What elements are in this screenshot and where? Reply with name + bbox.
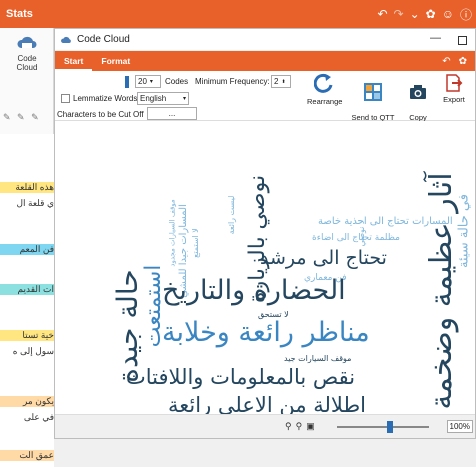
- settings-icon[interactable]: ✿: [426, 7, 436, 21]
- status-bar: ⚲ ⚲ ▣ 100%: [55, 414, 475, 438]
- doc-line: فن المعم: [0, 244, 54, 255]
- ribbon: 20 ▾ Codes Minimum Frequency: 2 ⬍ Lemmat…: [55, 71, 475, 131]
- min-frequency-value: 2: [274, 77, 279, 86]
- doc-line: في على: [23, 412, 54, 422]
- count-value: 20: [138, 77, 147, 86]
- lemmatize-checkbox[interactable]: [61, 94, 70, 103]
- stepper-icon: ⬍: [281, 78, 286, 85]
- cloud-word: في حالة سيئة: [456, 194, 472, 268]
- doc-line: سول إلى ه: [12, 346, 54, 356]
- minimize-button[interactable]: —: [430, 32, 441, 44]
- cloud-word: آثار عظيمة وضخمة: [424, 172, 459, 410]
- cloud-word: موقف السيارات جيد: [284, 354, 352, 363]
- codes-label: Codes: [165, 77, 189, 86]
- tab-format[interactable]: Format: [92, 51, 139, 71]
- zoom-icons: ⚲ ⚲ ▣: [285, 421, 315, 432]
- doc-line: ي قلعة ال: [16, 198, 54, 208]
- cloud-word: تحتاج الى مرشد: [260, 247, 387, 269]
- cloud-icon: [17, 36, 37, 48]
- camera-icon: [410, 85, 426, 99]
- cloud-word: موقف السيارات مجدود: [168, 199, 177, 267]
- word-cloud-canvas: آثار عظيمة وضخمة حالة جيدة نوصي بالزيارة…: [56, 121, 474, 415]
- background-titlebar: Stats ↶ ↷ ⌄ ✿ ☺ ⓘ: [0, 0, 476, 28]
- ribbon-tabs: Start Format ↶ ✿: [55, 51, 475, 71]
- cutoff-label: Characters to be Cut Off: [57, 110, 144, 119]
- count-select[interactable]: 20 ▾: [135, 75, 161, 88]
- doc-line: يكون مر: [0, 396, 54, 407]
- doc-line: ات القديم: [0, 284, 54, 295]
- export-label: Export: [443, 95, 465, 104]
- rearrange-icon: [314, 73, 333, 93]
- cloud-word: ليست رائعة: [227, 195, 236, 235]
- undo-icon[interactable]: ↶: [377, 7, 387, 21]
- code-cloud-window: Code Cloud — Start Format ↶ ✿ 20 ▾ Codes…: [54, 28, 476, 439]
- undo-icon[interactable]: ↶: [442, 56, 450, 67]
- smiley-icon[interactable]: ☺: [442, 7, 454, 21]
- doc-line: عمق الت: [0, 450, 54, 461]
- min-frequency-input[interactable]: 2 ⬍: [271, 75, 291, 88]
- lemmatize-label: Lemmatize Words: [73, 94, 138, 103]
- cloud-word: المسارات تحتاج الى احذية خاصة: [318, 216, 453, 227]
- background-sidebar: Code Cloud ✎ ✎ ✎ هذه القلعة ي قلعة ال فن…: [0, 28, 54, 467]
- zoom-out-icon[interactable]: ⚲: [285, 421, 292, 432]
- code-cloud-label: Code Cloud: [16, 54, 38, 72]
- export-button[interactable]: Export: [439, 73, 469, 104]
- zoom-value[interactable]: 100%: [446, 420, 473, 433]
- cloud-word: مناظر رائعة وخلابة: [162, 317, 370, 348]
- cloud-word: اطلالة من الاعلى رائعة: [168, 393, 367, 416]
- zoom-slider-thumb[interactable]: [387, 421, 393, 433]
- rearrange-button[interactable]: Rearrange: [307, 73, 343, 106]
- worksheet-icon: [364, 83, 382, 101]
- cloud-word: الحضارة والتاريخ: [162, 275, 346, 306]
- cloud-icon: [61, 36, 71, 43]
- background-toolbar-icons: ↶ ↷ ⌄ ✿ ☺ ⓘ: [377, 0, 476, 28]
- language-value: English: [140, 94, 167, 103]
- count-slider[interactable]: [125, 76, 129, 88]
- rearrange-label: Rearrange: [307, 97, 343, 106]
- window-titlebar: Code Cloud —: [55, 29, 475, 51]
- background-title: Stats: [6, 8, 33, 20]
- background-document: هذه القلعة ي قلعة ال فن المعم ات القديم …: [0, 134, 54, 467]
- doc-line: هذه القلعة: [0, 182, 54, 193]
- chevron-down-icon: ▾: [182, 96, 186, 102]
- help-icon[interactable]: ⓘ: [460, 6, 472, 23]
- cloud-word: لا استمتع: [191, 228, 200, 258]
- doc-line: خية تستا: [0, 330, 54, 341]
- maximize-button[interactable]: [458, 36, 467, 45]
- min-frequency-label: Minimum Frequency:: [195, 77, 270, 86]
- fit-page-icon[interactable]: ▣: [306, 421, 315, 432]
- ribbon-right-icons: ↶ ✿: [442, 51, 467, 71]
- cloud-word: مظلمة تحتاج الى اضاءة: [312, 233, 400, 243]
- chevron-down-icon: ▾: [149, 79, 153, 85]
- cutoff-button[interactable]: ...: [147, 107, 197, 120]
- export-icon: [446, 74, 463, 92]
- chevron-down-icon[interactable]: ⌄: [410, 7, 420, 21]
- redo-icon[interactable]: ↷: [394, 7, 404, 21]
- language-select[interactable]: English ▾: [137, 92, 189, 105]
- tab-start[interactable]: Start: [55, 51, 93, 71]
- zoom-slider-track[interactable]: [337, 426, 429, 428]
- pen-tools[interactable]: ✎ ✎ ✎: [3, 112, 41, 123]
- zoom-in-icon[interactable]: ⚲: [296, 421, 303, 432]
- cloud-word: نقص بالمعلومات واللافتات: [126, 365, 356, 389]
- settings-icon[interactable]: ✿: [459, 56, 467, 67]
- window-title: Code Cloud: [77, 34, 130, 45]
- code-cloud-button[interactable]: Code Cloud: [6, 34, 48, 72]
